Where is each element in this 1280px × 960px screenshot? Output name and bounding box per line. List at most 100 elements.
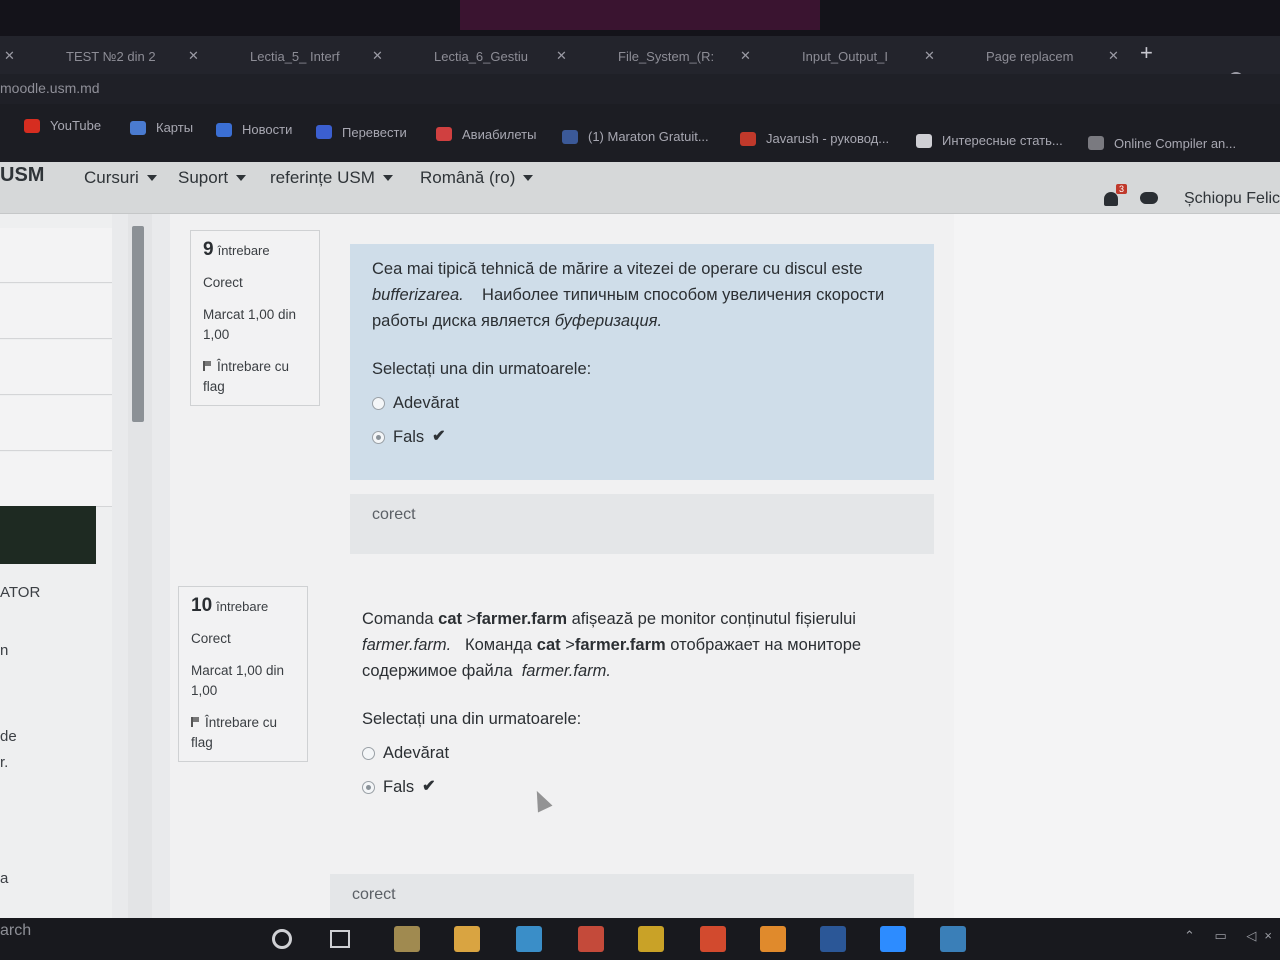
notification-badge: 3	[1116, 184, 1128, 194]
close-icon[interactable]: ✕	[556, 48, 567, 64]
bookmark-icon	[740, 131, 756, 146]
nav-referinte[interactable]: referințe USM	[270, 168, 393, 188]
question-text: Cea mai tipică tehnică de mărire a vitez…	[372, 260, 885, 330]
bookmark-item[interactable]: YouTube	[24, 118, 101, 133]
question-mark: Marcat 1,00 din 1,00	[203, 307, 297, 342]
bookmark-icon	[130, 120, 146, 135]
nav-suport[interactable]: Suport	[178, 168, 247, 188]
bookmark-icon	[1088, 136, 1104, 151]
nav-language[interactable]: Română (ro)	[420, 168, 534, 188]
flag-icon	[203, 361, 211, 371]
answer-option-fals[interactable]: Fals ✔	[372, 424, 912, 450]
browser-tab[interactable]: Page replacem ✕	[986, 42, 1119, 70]
correct-check-icon: ✔	[422, 778, 436, 795]
question-content-9: Cea mai tipică tehnică de mărire a vitez…	[350, 244, 934, 480]
question-feedback-9: corect	[350, 494, 934, 554]
bookmark-label: Перевести	[342, 124, 407, 140]
answer-option-fals[interactable]: Fals ✔	[362, 774, 902, 800]
sidebar-text: de	[0, 728, 17, 745]
bookmark-item[interactable]: (1) Maraton Gratuit...	[562, 129, 709, 144]
nav-block-row[interactable]	[0, 284, 112, 339]
browser-tab[interactable]: Lectia_5_ Interf ✕	[250, 42, 383, 70]
photos-icon[interactable]	[940, 926, 966, 952]
close-icon[interactable]: ✕	[372, 48, 383, 64]
file-explorer-icon[interactable]	[454, 926, 480, 952]
bookmark-icon	[436, 127, 452, 142]
app-icon-2[interactable]	[638, 926, 664, 952]
answer-option-adevarat[interactable]: Adevărat	[372, 390, 912, 416]
nav-block-row[interactable]	[0, 340, 112, 395]
question-word: întrebare	[216, 599, 269, 614]
browser-tab[interactable]: Input_Output_I ✕	[802, 42, 935, 70]
word-icon[interactable]	[820, 926, 846, 952]
question-status: Corect	[203, 275, 243, 290]
tab-title: Lectia_6_Gestiu	[434, 48, 528, 64]
question-feedback-10: corect	[330, 874, 914, 918]
radio-button-checked[interactable]	[372, 430, 385, 444]
flag-question-link[interactable]: Întrebare cu flag	[191, 713, 295, 753]
nav-cursuri[interactable]: Cursuri	[84, 168, 157, 188]
close-icon[interactable]: ✕	[188, 48, 199, 64]
radio-button-checked[interactable]	[362, 780, 375, 794]
flag-question-link[interactable]: Întrebare cu flag	[203, 357, 307, 397]
bell-icon[interactable]	[1104, 192, 1118, 206]
task-view-icon[interactable]	[330, 930, 350, 948]
radio-button[interactable]	[362, 746, 375, 760]
site-brand[interactable]: USM	[0, 164, 44, 187]
chat-icon[interactable]	[1140, 192, 1158, 204]
tab-title: Page replacem	[986, 48, 1074, 64]
scrollbar-thumb[interactable]	[132, 226, 144, 422]
cortana-icon[interactable]	[272, 929, 292, 949]
finish-attempt-block[interactable]	[0, 506, 96, 564]
bookmark-item[interactable]: Карты	[130, 120, 193, 135]
bookmark-label: YouTube	[50, 118, 102, 133]
app-icon-1[interactable]	[394, 926, 420, 952]
close-icon[interactable]: ✕	[740, 48, 751, 64]
ubuntu-icon[interactable]	[700, 926, 726, 952]
address-bar[interactable]: moodle.usm.md	[0, 74, 1280, 104]
question-content-10: Comanda cat >farmer.farm afișează pe mon…	[340, 594, 924, 830]
browser-tab-bar: ✕ TEST №2 din 2 ✕ Lectia_5_ Interf ✕ Lectia_…	[0, 36, 1280, 74]
nav-block-row[interactable]	[0, 228, 112, 283]
user-menu[interactable]: Șchiopu Felic	[1184, 190, 1280, 208]
quiz-navigation-panel: ATOR n de r. a	[0, 214, 112, 918]
bezel-reflection	[460, 0, 820, 30]
taskbar-search[interactable]: arch	[0, 922, 31, 940]
zoom-icon[interactable]	[880, 926, 906, 952]
browser-tab[interactable]: TEST №2 din 2 ✕	[66, 42, 199, 70]
bookmark-label: Интересные стать...	[942, 133, 1063, 149]
answer-option-adevarat[interactable]: Adevărat	[362, 740, 902, 766]
bookmark-item[interactable]: Интересные стать...	[916, 133, 1063, 148]
tab-title: Input_Output_I	[802, 48, 889, 64]
tab-title: File_System_(R:	[618, 48, 715, 64]
correct-check-icon: ✔	[432, 428, 446, 445]
nav-block-row[interactable]	[0, 452, 112, 507]
nav-block-row[interactable]	[0, 396, 112, 451]
tab-close-prev[interactable]: ✕	[0, 42, 15, 70]
bookmark-item[interactable]: Новости	[216, 122, 292, 137]
bookmark-item[interactable]: Авиабилеты	[436, 127, 536, 142]
page-content: ATOR n de r. a 9 întrebare Corect Marcat …	[0, 214, 1280, 918]
bookmark-icon	[916, 133, 932, 148]
bookmark-icon	[316, 125, 332, 140]
bookmark-icon	[24, 118, 40, 133]
bookmark-icon	[562, 129, 578, 144]
bookmarks-bar: YouTube Карты Новости Перевести Авиабилеты (1…	[0, 104, 1280, 162]
bookmark-label: Новости	[242, 122, 293, 138]
bookmark-item[interactable]: Javarush - руковод...	[740, 131, 889, 146]
tab-title: Lectia_5_ Interf	[250, 48, 340, 64]
question-mark: Marcat 1,00 din 1,00	[191, 663, 285, 698]
bookmark-item[interactable]: Перевести	[316, 125, 407, 140]
close-icon[interactable]: ✕	[1108, 48, 1119, 64]
chrome-icon[interactable]	[578, 926, 604, 952]
browser-tab[interactable]: Lectia_6_Gestiu ✕	[434, 42, 567, 70]
bookmark-item[interactable]: Online Compiler an...	[1088, 136, 1236, 151]
radio-button[interactable]	[372, 396, 385, 410]
system-tray[interactable]: ⌃ ▭ ◁×	[1184, 928, 1280, 944]
close-icon[interactable]: ✕	[924, 48, 935, 64]
store-icon[interactable]	[516, 926, 542, 952]
sublime-icon[interactable]	[760, 926, 786, 952]
question-number: 10	[191, 595, 213, 616]
browser-tab[interactable]: File_System_(R: ✕	[618, 42, 751, 70]
new-tab-button[interactable]: +	[1140, 40, 1153, 66]
